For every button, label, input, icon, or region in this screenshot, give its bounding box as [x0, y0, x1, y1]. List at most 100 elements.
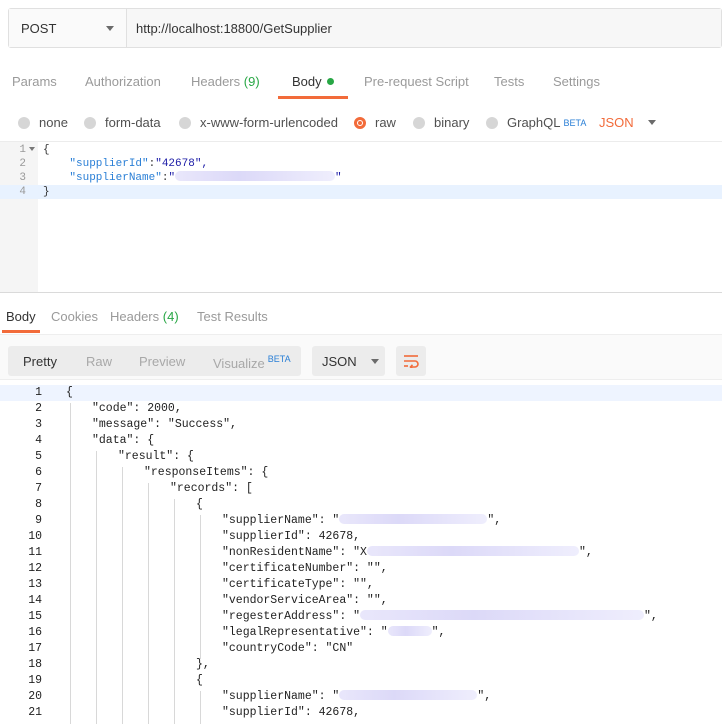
tab-cookies[interactable]: Cookies — [51, 309, 98, 324]
response-line: 18}, — [0, 657, 722, 673]
line-number: 5 — [35, 450, 42, 463]
code-text: "certificateType": "", — [222, 578, 374, 591]
tab-label: Pre-request Script — [364, 74, 469, 89]
tab-label: Body — [6, 309, 36, 324]
redacted-value — [387, 626, 432, 636]
response-line: 1{ — [0, 385, 722, 401]
active-tab-indicator — [2, 330, 40, 333]
line-number: 17 — [28, 642, 42, 655]
radio-label: none — [39, 115, 68, 130]
response-line: 21 "supplierId": 42678, — [0, 705, 722, 721]
response-line: 11 "nonResidentName": "X ", — [0, 545, 722, 561]
line-number: 4 — [19, 186, 26, 198]
tab-response-headers[interactable]: Headers (4) — [110, 309, 179, 324]
redacted-value — [360, 610, 645, 620]
raw-button[interactable]: Raw — [86, 354, 112, 369]
json-tail: ", — [487, 514, 502, 527]
code-text: "records": [ — [170, 482, 253, 495]
json-tail: ", — [431, 626, 446, 639]
line-number: 1 — [19, 144, 26, 156]
json-prefix: "supplierName": " — [222, 514, 340, 527]
radio-selected-icon — [354, 116, 366, 129]
radio-binary[interactable]: binary — [413, 115, 469, 130]
radio-form-data[interactable]: form-data — [84, 115, 161, 130]
response-body-viewer[interactable]: 1{ 2 "code": 2000, 3 "message": "Success",… — [0, 385, 722, 724]
wrap-icon — [404, 355, 419, 368]
line-number: 19 — [28, 674, 42, 687]
radio-label: GraphQL — [507, 115, 561, 130]
code-text: "legalRepresentative": " ", — [222, 625, 445, 641]
line-number: 7 — [35, 482, 42, 495]
radio-graphql[interactable]: GraphQL BETA — [486, 115, 586, 130]
tab-body[interactable]: Body — [292, 74, 334, 89]
code-text: "countryCode": "CN" — [222, 642, 354, 655]
tab-label: Cookies — [51, 309, 98, 324]
beta-badge: BETA — [267, 354, 291, 364]
line-number: 1 — [35, 386, 42, 399]
tab-settings[interactable]: Settings — [553, 74, 600, 89]
response-line: 2 "code": 2000, — [0, 401, 722, 417]
radio-x-www-form-urlencoded[interactable]: x-www-form-urlencoded — [179, 115, 338, 130]
line-number: 2 — [35, 402, 42, 415]
redacted-value — [366, 546, 579, 556]
tab-response-body[interactable]: Body — [6, 309, 36, 324]
method-label: POST — [21, 20, 57, 36]
tab-pre-request-script[interactable]: Pre-request Script — [364, 74, 469, 89]
response-format-select[interactable]: JSON — [312, 346, 385, 376]
tab-test-results[interactable]: Test Results — [197, 309, 268, 324]
active-tab-indicator — [278, 96, 348, 99]
pretty-button[interactable]: Pretty — [23, 354, 57, 369]
line-number: 13 — [28, 578, 42, 591]
json-prefix: "supplierName": " — [222, 690, 340, 703]
code-text: "code": 2000, — [92, 402, 182, 415]
tab-label: Settings — [553, 74, 600, 89]
request-bar: POST http://localhost:18800/GetSupplier — [8, 8, 722, 48]
radio-label: form-data — [105, 115, 161, 130]
chevron-down-icon — [106, 25, 114, 31]
tab-authorization[interactable]: Authorization — [85, 74, 161, 89]
line-number: 6 — [35, 466, 42, 479]
tab-label: Params — [12, 74, 57, 89]
redacted-value — [339, 690, 478, 700]
response-line: 9 "supplierName": " ", — [0, 513, 722, 529]
headers-count-badge: (4) — [162, 309, 179, 324]
editor-line: 1 { — [0, 143, 722, 157]
radio-label: x-www-form-urlencoded — [200, 115, 338, 130]
pane-divider[interactable] — [0, 292, 722, 293]
tab-label: Headers — [110, 309, 160, 324]
radio-raw[interactable]: raw — [354, 115, 396, 130]
json-key: "supplierName" — [69, 172, 162, 184]
request-tabs: Params Authorization Headers (9) Body Pr… — [0, 62, 722, 100]
code-text: "regesterAddress": " ", — [222, 609, 658, 625]
radio-label: raw — [375, 115, 396, 130]
url-input[interactable]: http://localhost:18800/GetSupplier — [127, 9, 721, 47]
visualize-button[interactable]: Visualize BETA — [213, 354, 291, 371]
code-text: "responseItems": { — [144, 466, 269, 479]
wrap-lines-button[interactable] — [396, 346, 426, 376]
radio-icon — [84, 116, 96, 129]
code-text: { — [43, 144, 50, 156]
response-line: 3 "message": "Success", — [0, 417, 722, 433]
radio-none[interactable]: none — [18, 115, 68, 130]
method-select[interactable]: POST — [9, 9, 127, 47]
json-tail: ", — [644, 610, 658, 623]
tab-params[interactable]: Params — [12, 74, 57, 89]
response-line: 7 "records": [ — [0, 481, 722, 497]
code-text: "supplierName": " ", — [222, 513, 501, 529]
beta-badge: BETA — [563, 117, 587, 128]
json-tail: ", — [477, 690, 492, 703]
editor-line-current: 4 } — [0, 185, 722, 199]
response-line: 4 "data": { — [0, 433, 722, 449]
response-line: 19 { — [0, 673, 722, 689]
json-value: "42678", — [155, 158, 209, 170]
fold-arrow-icon[interactable] — [29, 147, 35, 151]
code-text: { — [196, 674, 203, 687]
format-select[interactable]: JSON — [599, 115, 656, 130]
tab-headers[interactable]: Headers (9) — [191, 74, 260, 89]
preview-button[interactable]: Preview — [139, 354, 185, 369]
radio-icon — [179, 116, 191, 129]
request-body-editor[interactable]: 1 { 2 "supplierId":"42678", 3 "supplierN… — [0, 141, 722, 292]
redacted-value — [175, 171, 336, 181]
tab-label: Body — [292, 74, 322, 89]
tab-tests[interactable]: Tests — [494, 74, 524, 89]
